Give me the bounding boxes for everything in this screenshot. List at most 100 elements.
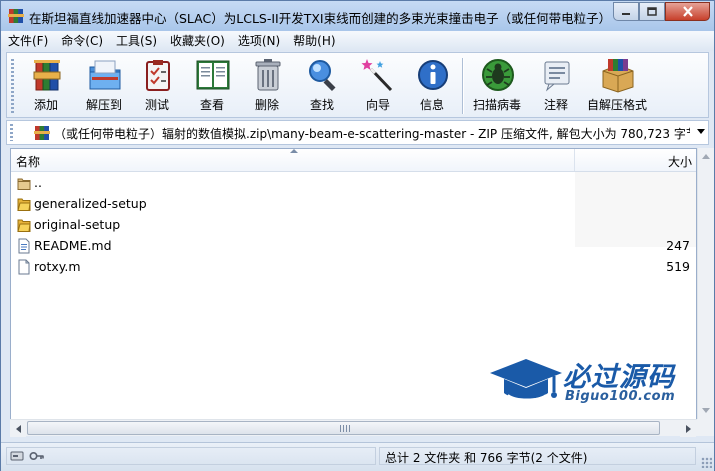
file-name: original-setup bbox=[34, 217, 121, 232]
sfx-label: 自解压格式 bbox=[586, 98, 647, 112]
menu-tools[interactable]: 工具(S) bbox=[109, 31, 163, 51]
winrar-window: 在斯坦福直线加速器中心（SLAC）为LCLS-II开发TXI束线而创建的多束光束… bbox=[0, 0, 715, 471]
virus-scan-label: 扫描病毒 bbox=[472, 98, 521, 112]
close-icon bbox=[682, 6, 693, 17]
menu-favorites[interactable]: 收藏夹(O) bbox=[163, 31, 231, 51]
folder-icon bbox=[17, 219, 31, 232]
document-icon bbox=[18, 238, 30, 254]
sfx-button[interactable]: 自解压格式 bbox=[587, 55, 647, 115]
chevron-down-icon bbox=[702, 408, 710, 413]
column-name-header[interactable]: 名称 bbox=[11, 149, 575, 171]
menu-help[interactable]: 帮助(H) bbox=[286, 31, 341, 51]
wizard-label: 向导 bbox=[365, 98, 390, 112]
maximize-icon bbox=[647, 7, 657, 16]
address-dropdown-icon[interactable] bbox=[697, 129, 705, 134]
delete-trash-icon bbox=[255, 59, 281, 91]
column-size-label: 大小 bbox=[667, 155, 692, 169]
resize-grip[interactable] bbox=[701, 457, 712, 468]
file-name: rotxy.m bbox=[34, 259, 81, 274]
scroll-down-button[interactable] bbox=[698, 402, 714, 419]
file-name: README.md bbox=[34, 238, 112, 253]
wizard-wand-icon bbox=[361, 59, 393, 92]
view-button[interactable]: 查看 bbox=[187, 55, 237, 115]
folder-icon bbox=[17, 198, 31, 211]
document-icon bbox=[18, 259, 30, 275]
list-item[interactable]: generalized-setup bbox=[11, 193, 696, 214]
address-grip[interactable] bbox=[10, 124, 13, 141]
find-button[interactable]: 查找 bbox=[297, 55, 347, 115]
archive-icon bbox=[34, 126, 50, 140]
scroll-right-button[interactable] bbox=[680, 420, 696, 437]
test-label: 测试 bbox=[144, 98, 169, 112]
column-size-header[interactable]: 大小 bbox=[575, 149, 696, 171]
menu-file[interactable]: 文件(F) bbox=[1, 31, 54, 51]
horizontal-scrollbar[interactable] bbox=[10, 419, 697, 437]
vertical-scrollbar[interactable] bbox=[697, 148, 714, 436]
scrollbar-corner bbox=[697, 419, 714, 436]
menu-options[interactable]: 选项(N) bbox=[231, 31, 286, 51]
view-label: 查看 bbox=[199, 98, 224, 112]
status-summary: 总计 2 文件夹 和 766 字节(2 个文件) bbox=[385, 451, 588, 465]
menu-commands[interactable]: 命令(C) bbox=[54, 31, 109, 51]
status-right-pane: 总计 2 文件夹 和 766 字节(2 个文件) bbox=[379, 447, 696, 465]
comment-icon bbox=[544, 61, 570, 92]
delete-button[interactable]: 删除 bbox=[242, 55, 292, 115]
minimize-button[interactable] bbox=[613, 2, 639, 21]
chevron-right-icon bbox=[685, 424, 691, 433]
find-magnifier-icon bbox=[309, 60, 336, 92]
status-bar: 总计 2 文件夹 和 766 字节(2 个文件) bbox=[1, 442, 714, 471]
horizontal-scroll-thumb[interactable] bbox=[27, 421, 660, 435]
address-bar[interactable]: （或任何带电粒子）辐射的数值模拟.zip\many-beam-e-scatter… bbox=[6, 120, 709, 145]
info-label: 信息 bbox=[419, 98, 444, 112]
maximize-button[interactable] bbox=[639, 2, 665, 21]
watermark-domain: Biguo100.com bbox=[565, 389, 676, 404]
scroll-up-button[interactable] bbox=[698, 148, 714, 165]
comment-button[interactable]: 注释 bbox=[531, 55, 581, 115]
window-controls bbox=[613, 2, 710, 22]
close-button[interactable] bbox=[665, 2, 710, 21]
parent-folder-icon bbox=[17, 178, 31, 190]
view-book-icon bbox=[196, 60, 230, 90]
menu-bar: 文件(F) 命令(C) 工具(S) 收藏夹(O) 选项(N) 帮助(H) bbox=[1, 31, 714, 51]
column-header: 名称 大小 bbox=[11, 149, 696, 172]
key-icon[interactable] bbox=[29, 450, 45, 462]
title-bar[interactable]: 在斯坦福直线加速器中心（SLAC）为LCLS-II开发TXI束线而创建的多束光束… bbox=[1, 1, 714, 31]
window-title: 在斯坦福直线加速器中心（SLAC）为LCLS-II开发TXI束线而创建的多束光束… bbox=[29, 11, 607, 25]
test-button[interactable]: 测试 bbox=[132, 55, 182, 115]
toolbar-grip[interactable] bbox=[11, 59, 14, 113]
chevron-left-icon bbox=[15, 424, 21, 433]
info-button[interactable]: 信息 bbox=[407, 55, 457, 115]
graduation-cap-icon bbox=[490, 359, 562, 401]
list-item[interactable]: rotxy.m 519 bbox=[11, 256, 696, 277]
wizard-button[interactable]: 向导 bbox=[353, 55, 403, 115]
extract-to-button[interactable]: 解压到 bbox=[79, 55, 129, 115]
file-size: 247 bbox=[666, 238, 690, 253]
drive-icon bbox=[10, 451, 24, 461]
list-item[interactable]: .. bbox=[11, 172, 696, 193]
info-icon bbox=[418, 60, 448, 90]
file-size: 519 bbox=[666, 259, 690, 274]
extract-to-icon bbox=[89, 60, 121, 90]
chevron-up-icon bbox=[702, 154, 710, 159]
winrar-app-icon bbox=[8, 9, 24, 23]
file-name: generalized-setup bbox=[34, 196, 147, 211]
find-label: 查找 bbox=[309, 98, 334, 112]
virus-scan-button[interactable]: 扫描病毒 bbox=[472, 55, 522, 115]
scroll-left-button[interactable] bbox=[10, 420, 26, 437]
toolbar-separator bbox=[462, 58, 464, 114]
add-button[interactable]: 添加 bbox=[21, 55, 71, 115]
sort-ascending-icon bbox=[290, 149, 298, 153]
test-icon bbox=[146, 60, 170, 91]
column-name-label: 名称 bbox=[16, 155, 41, 169]
archive-path: （或任何带电粒子）辐射的数值模拟.zip\many-beam-e-scatter… bbox=[54, 127, 690, 141]
comment-label: 注释 bbox=[543, 98, 568, 112]
file-rows: .. generalized-setup original-setup READ… bbox=[11, 172, 696, 277]
add-archive-icon bbox=[33, 60, 61, 91]
watermark-logo: 必过源码 Biguo100.com bbox=[488, 351, 694, 413]
list-item[interactable]: README.md 247 bbox=[11, 235, 696, 256]
status-left-pane bbox=[6, 447, 376, 465]
delete-label: 删除 bbox=[254, 98, 279, 112]
sfx-box-icon bbox=[602, 59, 634, 93]
list-item[interactable]: original-setup bbox=[11, 214, 696, 235]
minimize-icon bbox=[622, 12, 630, 15]
